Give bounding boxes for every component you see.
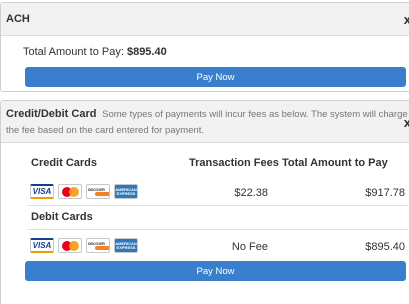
- amex-icon: AMERICAN EXPRESS: [114, 184, 138, 199]
- card-header-line1: Credit/Debit Card Some types of payments…: [6, 108, 408, 120]
- ach-total-line: Total Amount to Pay: $895.40: [23, 46, 167, 58]
- card-panel-header: Credit/Debit Card Some types of payments…: [1, 101, 409, 143]
- card-description-line1: Some types of payments will incur fees a…: [102, 109, 408, 120]
- credit-card-logos: VISA DISCOVER AMERICAN EXPRESS: [30, 184, 138, 199]
- mastercard-icon: [58, 238, 82, 253]
- credit-total-value: $917.78: [365, 187, 405, 199]
- discover-icon: DISCOVER: [86, 184, 110, 199]
- visa-icon: VISA: [30, 238, 54, 253]
- card-description-line2: the fee based on the card entered for pa…: [6, 125, 205, 136]
- ach-total-label: Total Amount to Pay:: [23, 46, 127, 58]
- credit-fee-value: $22.38: [234, 187, 268, 199]
- ach-pay-now-button[interactable]: Pay Now: [25, 67, 406, 87]
- ach-total-value: $895.40: [126, 46, 167, 58]
- card-title: Credit/Debit Card: [6, 108, 97, 120]
- column-header-total-amount: Total Amount to Pay: [282, 157, 388, 169]
- column-header-credit-cards: Credit Cards: [31, 157, 98, 169]
- row-divider: [27, 205, 408, 206]
- ach-title: ACH: [6, 13, 30, 25]
- debit-card-logos: VISA DISCOVER AMERICAN EXPRESS: [30, 238, 138, 253]
- ach-panel-header: ACH x: [1, 3, 409, 36]
- ach-panel: ACH x Total Amount to Pay: $895.40 Pay N…: [0, 2, 409, 92]
- column-header-transaction-fees: Transaction Fees: [189, 157, 279, 169]
- debit-total-value: $895.40: [365, 241, 405, 253]
- ach-close-icon[interactable]: x: [404, 13, 409, 26]
- mastercard-icon: [58, 184, 82, 199]
- debit-cards-heading: Debit Cards: [31, 211, 93, 223]
- card-panel: Credit/Debit Card Some types of payments…: [0, 100, 409, 304]
- discover-icon: DISCOVER: [86, 238, 110, 253]
- visa-icon: VISA: [30, 184, 54, 199]
- card-pay-now-button[interactable]: Pay Now: [25, 261, 406, 281]
- card-close-icon[interactable]: x: [404, 116, 409, 129]
- debit-fee-value: No Fee: [231, 241, 268, 253]
- row-divider: [27, 229, 408, 230]
- amex-icon: AMERICAN EXPRESS: [114, 238, 138, 253]
